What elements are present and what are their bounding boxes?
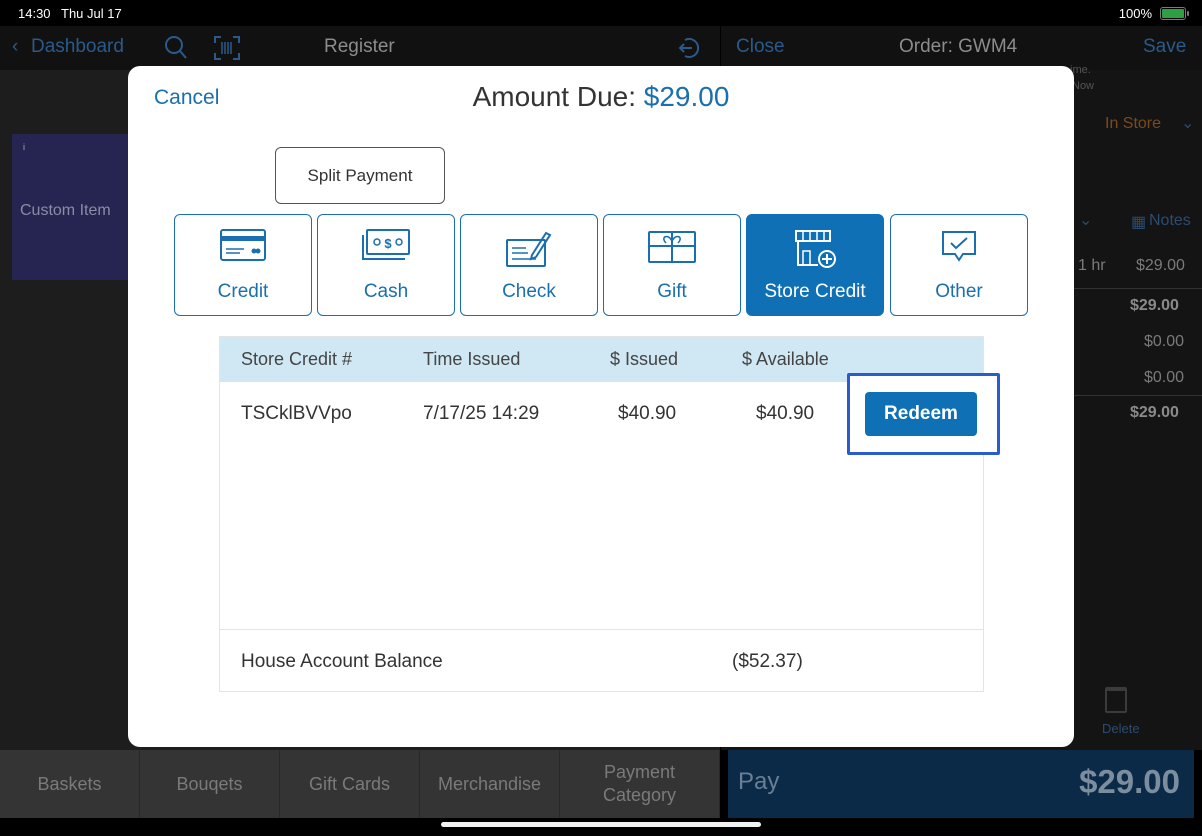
payment-type-store-credit[interactable]: Store Credit [746, 214, 884, 316]
check-icon [461, 229, 597, 273]
fulfillment-select[interactable]: In Store [1105, 115, 1161, 133]
redeem-highlight: Redeem [847, 373, 1000, 455]
home-indicator[interactable] [441, 822, 761, 827]
subtotal-value: $29.00 [1130, 297, 1179, 314]
save-button[interactable]: Save [1143, 36, 1186, 58]
notes-button[interactable]: Notes [1149, 212, 1191, 230]
order-title: Order: GWM4 [899, 36, 1018, 57]
order-navbar: Close Order: GWM4 Save [721, 26, 1202, 70]
column-header-available: $ Available [742, 349, 829, 369]
delete-button[interactable]: Delete [1102, 721, 1140, 736]
custom-item-tile[interactable]: i Custom Item [12, 134, 128, 280]
tab-bouqets[interactable]: Bouqets [140, 750, 280, 818]
split-payment-button[interactable]: Split Payment [275, 147, 445, 204]
payment-type-label: Other [935, 281, 983, 302]
back-chevron-icon[interactable]: ‹ [12, 36, 18, 58]
category-tabs: Baskets Bouqets Gift Cards Merchandise P… [0, 750, 720, 818]
tab-baskets[interactable]: Baskets [0, 750, 140, 818]
column-header-issued: $ Issued [610, 349, 679, 369]
tab-merchandise[interactable]: Merchandise [420, 750, 560, 818]
column-header-number: Store Credit # [241, 349, 353, 369]
house-account-balance: ($52.37) [732, 651, 803, 672]
search-icon[interactable] [164, 35, 188, 66]
dashboard-back-link[interactable]: Dashboard [31, 36, 124, 58]
amount-due-title: Amount Due: $29.00 [128, 81, 1074, 113]
expand-chevron-icon[interactable]: ⌄ [1079, 210, 1092, 230]
column-header-time-issued: Time Issued [423, 349, 521, 369]
total-value: $29.00 [1130, 404, 1179, 421]
credit-card-icon [175, 229, 311, 273]
payment-modal: Cancel Amount Due: $29.00 Split Payment … [128, 66, 1074, 747]
status-time: 14:30 [18, 6, 51, 21]
redeem-button[interactable]: Redeem [865, 392, 977, 436]
tab-payment-category[interactable]: Payment Category [560, 750, 720, 818]
store-credit-time-issued: 7/17/25 14:29 [423, 403, 540, 424]
register-navbar: ‹ Dashboard Register [0, 26, 720, 70]
payment-type-label: Store Credit [764, 281, 866, 302]
amount-due-value: $29.00 [643, 81, 730, 112]
store-credit-icon [747, 229, 883, 273]
register-title: Register [324, 36, 395, 57]
trash-icon[interactable] [1105, 687, 1127, 713]
notes-icon[interactable]: ▦ [1131, 212, 1146, 232]
store-credit-number: TSCklBVVpo [241, 403, 352, 424]
pickup-now-fragment: Now [1072, 80, 1095, 92]
line-item-qty: 1 hr [1078, 257, 1106, 274]
store-credit-available: $40.90 [756, 403, 815, 424]
store-credit-table: Store Credit # Time Issued $ Issued $ Av… [219, 336, 1000, 692]
cash-icon: $ [318, 229, 454, 273]
gift-card-icon [604, 229, 740, 273]
house-account-label: House Account Balance [241, 651, 443, 672]
tab-gift-cards[interactable]: Gift Cards [280, 750, 420, 818]
payment-type-credit[interactable]: Credit [174, 214, 312, 316]
table-footer-divider [220, 629, 983, 630]
discount-value: $0.00 [1144, 333, 1185, 350]
battery-icon [1160, 7, 1189, 20]
payment-type-other[interactable]: Other [890, 214, 1028, 316]
custom-item-label: Custom Item [20, 202, 111, 219]
close-button[interactable]: Close [736, 36, 785, 58]
payment-type-label: Credit [217, 281, 269, 302]
payment-type-label: Cash [363, 281, 409, 302]
payment-type-cash[interactable]: $ Cash [317, 214, 455, 316]
battery-percent: 100% [1118, 6, 1152, 21]
fulfillment-chevron-icon[interactable]: ⌄ [1181, 113, 1194, 133]
info-icon[interactable]: i [23, 142, 25, 152]
svg-text:$: $ [384, 236, 392, 251]
payment-type-label: Check [502, 281, 556, 302]
barcode-scan-icon[interactable] [214, 36, 240, 65]
status-date: Thu Jul 17 [61, 6, 122, 21]
store-credit-issued: $40.90 [618, 403, 677, 424]
pay-amount: $29.00 [1079, 763, 1180, 800]
payment-type-gift[interactable]: Gift [603, 214, 741, 316]
line-item-price: $29.00 [1136, 257, 1185, 274]
payment-type-check[interactable]: Check [460, 214, 598, 316]
payment-type-label: Gift [657, 281, 687, 302]
pay-label: Pay [738, 768, 780, 795]
tax-value: $0.00 [1144, 369, 1185, 386]
status-bar: 14:30 Thu Jul 17 100% [0, 0, 1202, 26]
other-icon [891, 229, 1027, 273]
sign-out-icon[interactable] [677, 36, 701, 65]
pay-button[interactable]: Pay $29.00 [728, 750, 1194, 818]
amount-due-label: Amount Due: [472, 81, 636, 112]
